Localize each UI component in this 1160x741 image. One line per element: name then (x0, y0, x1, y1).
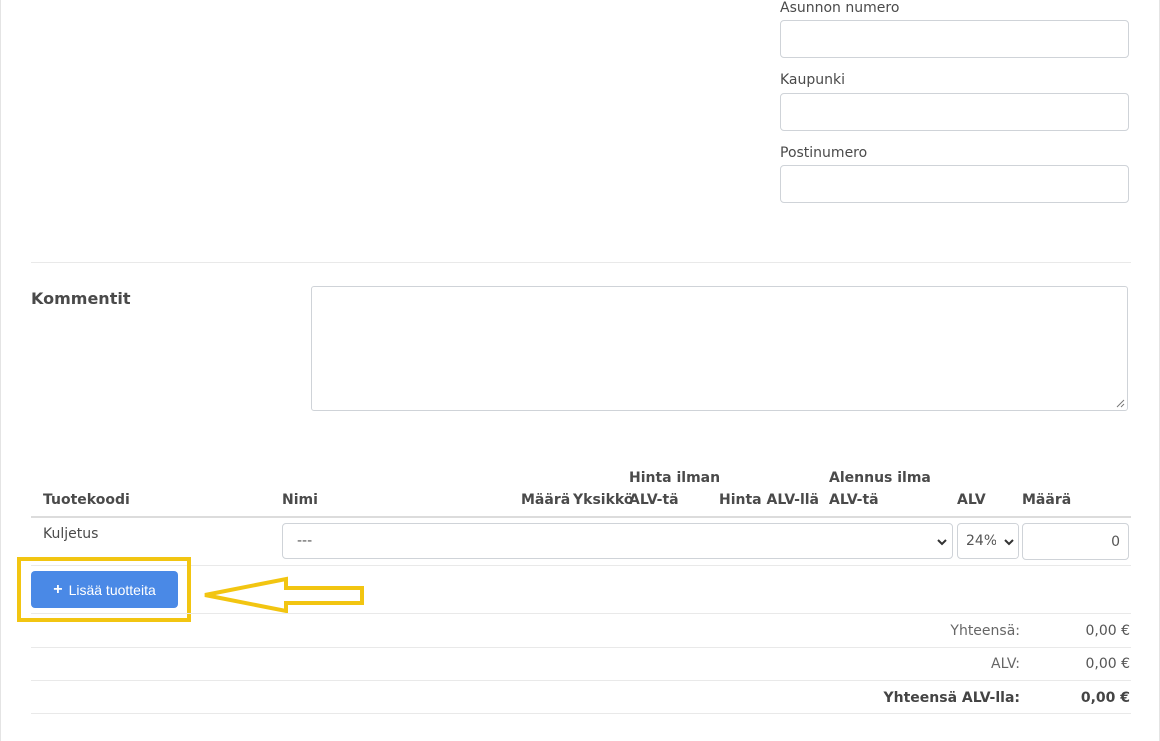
comments-textarea[interactable] (311, 286, 1128, 411)
postal-code-input[interactable] (780, 165, 1129, 203)
header-price-ex-vat-line2: ALV-tä (629, 492, 679, 508)
quantity-value: 0 (1111, 534, 1120, 550)
vat-total-label: ALV: (991, 656, 1020, 672)
header-price-ex-vat-line1: Hinta ilman (629, 470, 721, 486)
postal-code-label: Postinumero (780, 145, 868, 161)
header-price-incl-vat: Hinta ALV-llä (719, 492, 819, 508)
header-unit: Yksikkö (573, 492, 634, 508)
vat-total-value: 0,00 € (1085, 656, 1130, 672)
quantity-input[interactable]: 0 (1022, 523, 1129, 560)
row-divider (31, 565, 1131, 566)
arrow-left-icon (204, 576, 364, 614)
header-discount-line2: ALV-tä (829, 492, 879, 508)
header-quantity: Määrä (1022, 492, 1072, 508)
chevron-down-icon (1004, 539, 1014, 546)
section-divider (31, 262, 1131, 263)
row-product-code: Kuljetus (43, 526, 99, 542)
vat-select[interactable]: 24% (957, 523, 1019, 559)
vat-select-value: 24% (966, 533, 998, 549)
plus-icon: + (53, 580, 63, 598)
totals-divider-2 (31, 647, 1131, 648)
product-name-select[interactable]: --- (282, 523, 953, 559)
chevron-down-icon (937, 539, 947, 546)
header-product-code: Tuotekoodi (43, 492, 130, 508)
apartment-number-input[interactable] (780, 20, 1129, 58)
add-products-button[interactable]: + Lisää tuotteita (31, 571, 178, 608)
header-vat: ALV (957, 492, 986, 508)
subtotal-value: 0,00 € (1085, 623, 1130, 639)
header-amount: Määrä (521, 492, 571, 508)
apartment-number-label: Asunnon numero (780, 0, 900, 16)
city-label: Kaupunki (780, 72, 846, 88)
grand-total-label: Yhteensä ALV-lla: (883, 690, 1020, 706)
resize-grip-icon[interactable] (1115, 398, 1125, 408)
add-products-label: Lisää tuotteita (68, 581, 156, 598)
grand-total-value: 0,00 € (1080, 690, 1130, 706)
totals-divider-1 (31, 613, 1131, 614)
totals-divider-3 (31, 680, 1131, 681)
product-name-select-value: --- (297, 533, 313, 549)
header-name: Nimi (282, 492, 318, 508)
page-border-left (0, 0, 1, 741)
comments-title: Kommentit (31, 289, 131, 308)
table-header-divider (31, 516, 1131, 518)
city-input[interactable] (780, 93, 1129, 131)
subtotal-label: Yhteensä: (950, 623, 1020, 639)
totals-divider-4 (31, 713, 1131, 714)
header-discount-line1: Alennus ilma (829, 470, 931, 486)
